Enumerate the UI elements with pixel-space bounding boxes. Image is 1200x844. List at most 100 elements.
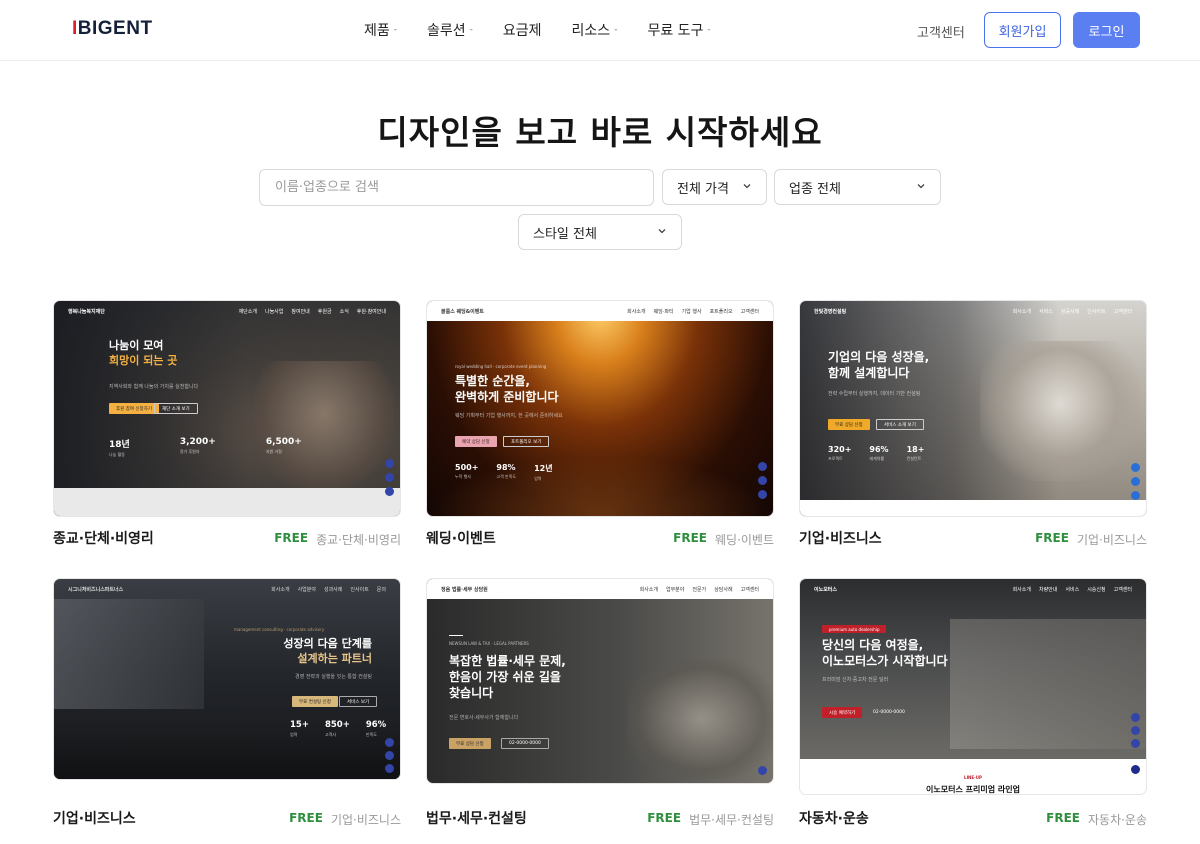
card-title[interactable]: 법무·세무·컨설팅 [426,808,527,828]
thumb-headline: 특별한 순간을, 완벽하게 준비합니다 [455,374,559,405]
login-button[interactable]: 로그인 [1073,12,1140,48]
style-filter-select[interactable]: 스타일 전체 [518,214,682,250]
thumb-secondary-button: 서비스 소개 보기 [876,419,924,430]
card-title[interactable]: 기업·비즈니스 [799,528,882,548]
card-category: 기업·비즈니스 [330,813,401,827]
thumb-subtext: 전문 변호사·세무사가 함께합니다 [449,715,519,721]
card-meta: FREE 종교·단체·비영리 [274,531,401,548]
card-title[interactable]: 기업·비즈니스 [53,808,136,828]
support-link[interactable]: 고객센터 [917,22,965,41]
nav-item-pricing[interactable]: 요금제 [503,20,542,40]
chat-icon [758,476,767,485]
top-icon [1131,765,1140,774]
template-thumbnail[interactable]: 정음 법률·세무 상담원 회사소개 업무분야 전문가 상담사례 고객센터 NEWSUN … [426,578,774,784]
page-title: 디자인을 보고 바로 시작하세요 [377,113,823,152]
card-title[interactable]: 자동차·운송 [799,808,869,828]
phone-icon [385,459,394,468]
chat-icon [385,751,394,760]
phone-icon [385,738,394,747]
building-facade [950,619,1146,749]
thumb-subtext: 웨딩 기획부터 기업 행사까지, 한 곳에서 준비하세요 [455,413,563,419]
location-icon [1131,739,1140,748]
thumb-primary-button: 예약 상담 신청 [455,436,497,447]
nav-item-products[interactable]: 제품 - [364,20,397,40]
thumb-nav: 시그니처비즈니스파트너스 회사소개 사업분야 성과사례 인사이트 문의 [68,586,386,593]
dropdown-dash-icon: - [469,25,473,35]
chat-icon [1131,726,1140,735]
template-thumbnail[interactable]: 이노모터스 회사소개 차량안내 서비스 시승신청 고객센터 premium auto d… [799,578,1147,795]
card-meta: FREE 자동차·운송 [1046,811,1147,828]
thumb-primary-button: 시승 예약하기 [822,707,863,718]
free-badge: FREE [647,811,682,825]
chat-icon [1131,477,1140,486]
section-title: 이노모터스 프리미엄 라인업 [926,785,1020,794]
dropdown-dash-icon: - [707,25,711,35]
hands-photo [627,659,773,779]
card-meta: FREE 법무·세무·컨설팅 [647,811,774,828]
thumb-stats: 500+ 누적 행사 98% 고객 만족도 12년 업력 [455,463,553,481]
thumb-primary-button: 무료 컨설팅 신청 [292,696,338,707]
thumb-nav: 정음 법률·세무 상담원 회사소개 업무분야 전문가 상담사례 고객센터 [441,586,759,593]
location-icon [758,490,767,499]
card-meta: FREE 기업·비즈니스 [289,811,401,828]
brand-logo[interactable]: IBIGENT [72,18,153,40]
thumb-subtext: 지역사회와 함께 나눔의 가치를 실천합니다 [109,384,199,390]
thumb-eyebrow: management consulting · corporate adviso… [234,627,325,632]
card-meta: FREE 웨딩·이벤트 [673,531,774,548]
section-strip [54,488,400,516]
thumb-secondary-button: 서비스 보기 [339,696,378,707]
card-title[interactable]: 웨딩·이벤트 [426,528,496,548]
free-badge: FREE [673,531,707,545]
nav-item-resources[interactable]: 리소스 - [572,20,618,40]
thumb-primary-button: 무료 상담 신청 [449,738,491,749]
template-thumbnail[interactable]: 시그니처비즈니스파트너스 회사소개 사업분야 성과사례 인사이트 문의 manageme… [53,578,401,780]
thumb-primary-button: 후원 참여 신청하기 [109,403,159,414]
phone-icon [1131,463,1140,472]
search-input[interactable] [259,169,654,206]
phone-icon [1131,713,1140,722]
thumb-headline: 기업의 다음 성장을, 함께 설계합니다 [828,350,930,381]
thumb-eyebrow: royal wedding hall · corporate event pla… [455,364,547,369]
thumb-headline: 당신의 다음 여정을, 이노모터스가 시작합니다 [822,638,948,669]
thumb-secondary-button: 포트폴리오 보기 [503,436,550,447]
chevron-down-icon [658,229,666,234]
signup-button[interactable]: 회원가입 [984,12,1061,48]
thumb-stats: 18년 나눔 활동 3,200+ 정기 후원자 6,500+ 지원 가정 [109,437,302,457]
free-badge: FREE [274,531,309,545]
industry-filter-select[interactable]: 업종 전체 [774,169,941,205]
window-light [54,599,204,709]
thumb-headline: 나눔이 모여 희망이 되는 곳 [109,339,178,367]
free-badge: FREE [1035,531,1069,545]
main-nav: 제품 - 솔루션 - 요금제 리소스 - 무료 도구 - [364,20,741,40]
card-category: 기업·비즈니스 [1076,533,1147,547]
thumb-eyebrow: NEWSUN LAW & TAX · LEGAL PARTNERS [449,641,529,646]
card-category: 자동차·운송 [1087,813,1147,827]
card-meta: FREE 기업·비즈니스 [1035,531,1147,548]
nav-item-free-tools[interactable]: 무료 도구 - [647,20,710,40]
thumb-nav: 한빛경영컨설팅 회사소개 서비스 성공사례 인사이트 고객센터 [814,308,1132,315]
nav-item-solutions[interactable]: 솔루션 - [427,20,473,40]
template-thumbnail[interactable]: 한빛경영컨설팅 회사소개 서비스 성공사례 인사이트 고객센터 기업의 다음 성장을, … [799,300,1147,517]
section-strip [800,500,1146,516]
accent-line [449,635,463,636]
card-title[interactable]: 종교·단체·비영리 [53,528,154,548]
chevron-down-icon [743,184,751,189]
top-header: IBIGENT 제품 - 솔루션 - 요금제 리소스 - 무료 도구 - 고객센터 회원… [0,0,1200,61]
thumb-nav: 이노모터스 회사소개 차량안내 서비스 시승신청 고객센터 [814,586,1132,593]
location-icon [1131,491,1140,500]
thumb-secondary-button: 02-0000-0000 [873,710,905,715]
thumb-nav: 블룸스 웨딩&이벤트 회사소개 웨딩·파티 기업 행사 포트폴리오 고객센터 [441,308,759,315]
thumb-primary-button: 무료 상담 신청 [828,419,870,430]
price-filter-select[interactable]: 전체 가격 [662,169,767,205]
template-thumbnail[interactable]: 블룸스 웨딩&이벤트 회사소개 웨딩·파티 기업 행사 포트폴리오 고객센터 royal… [426,300,774,517]
thumb-secondary-button: 재단 소개 보기 [154,403,198,414]
template-thumbnail[interactable]: 행복나눔복지재단 재단소개 나눔사업 참여안내 후원금 소식 후원·참여안내 나눔이 모여… [53,300,401,517]
thumb-stats: 320+ 프로젝트 96% 재계약률 18+ 컨설턴트 [828,445,925,461]
thumb-eyebrow: premium auto dealership [822,625,887,633]
card-category: 법무·세무·컨설팅 [689,813,774,827]
location-icon [385,764,394,773]
location-icon [385,487,394,496]
card-category: 웨딩·이벤트 [714,533,774,547]
free-badge: FREE [289,811,323,825]
phone-icon [758,462,767,471]
